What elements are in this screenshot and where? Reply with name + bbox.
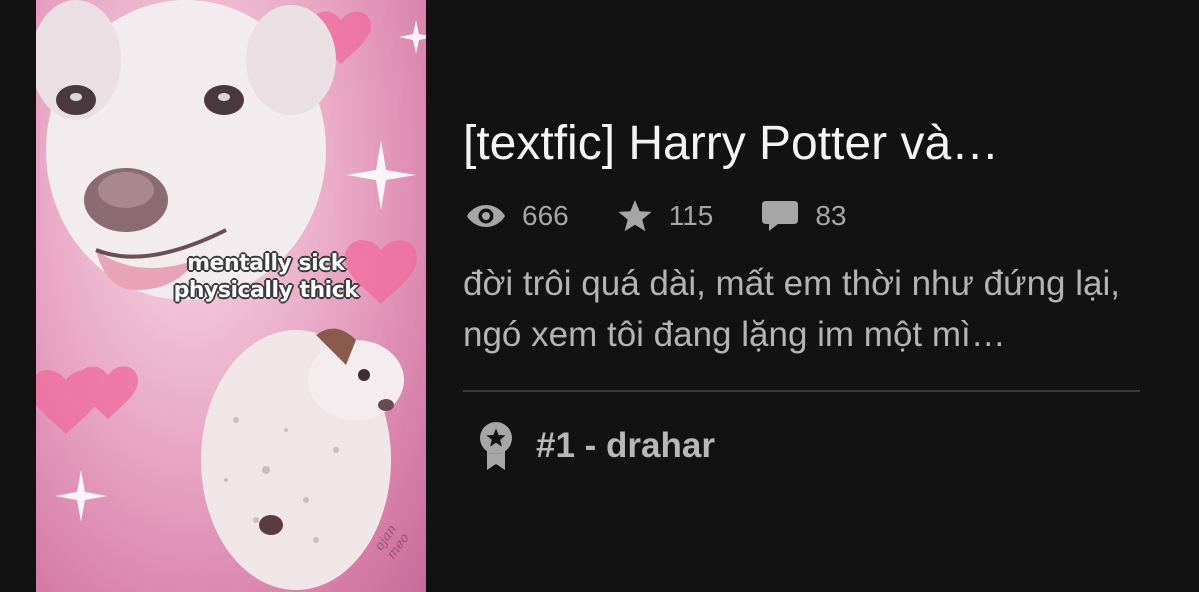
story-description: đời trôi quá dài, mất em thời như đứng l… — [463, 264, 1120, 354]
ribbon-badge-icon — [478, 421, 514, 471]
comments-stat: 83 — [761, 199, 847, 233]
story-stats: 666 115 83 — [466, 196, 895, 236]
story-card[interactable]: mentally sick physically thick ojan meo … — [0, 0, 1199, 592]
ranking-label: #1 - drahar — [536, 426, 715, 465]
story-cover[interactable]: mentally sick physically thick ojan meo — [36, 0, 426, 592]
comments-count: 83 — [815, 200, 847, 231]
story-title[interactable]: [textfic] Harry Potter và… — [463, 112, 1123, 176]
ranking-badge[interactable]: #1 - drahar — [478, 418, 715, 474]
votes-stat: 115 — [617, 199, 714, 233]
cover-caption-line2: physically thick — [173, 278, 359, 303]
comment-icon — [761, 199, 799, 233]
eye-icon — [466, 203, 506, 229]
cover-caption: mentally sick physically thick — [136, 250, 396, 304]
views-stat: 666 — [466, 200, 569, 232]
votes-count: 115 — [668, 200, 714, 231]
views-count: 666 — [522, 200, 569, 231]
cover-caption-line1: mentally sick — [187, 251, 345, 276]
divider — [463, 390, 1140, 392]
star-icon — [617, 199, 653, 233]
